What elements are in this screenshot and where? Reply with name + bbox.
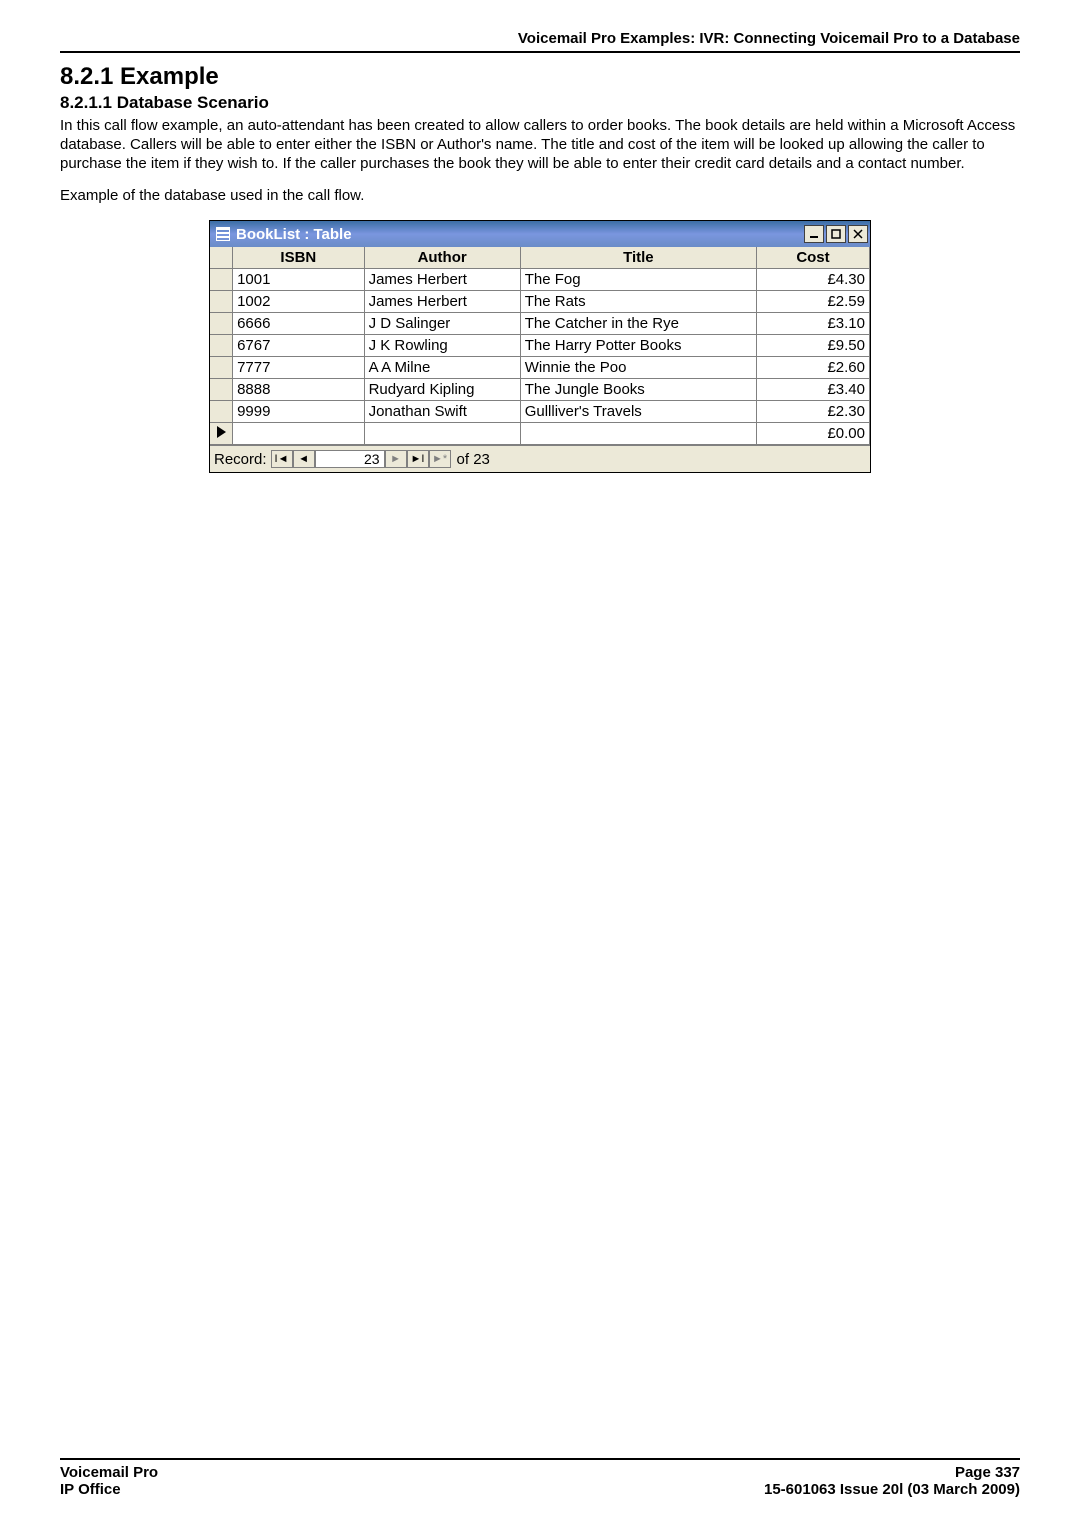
- table-row[interactable]: 1002James HerbertThe Rats£2.59: [210, 291, 870, 313]
- table-row[interactable]: 6666J D SalingerThe Catcher in the Rye£3…: [210, 313, 870, 335]
- footer-product: Voicemail Pro: [60, 1464, 158, 1481]
- cell-author[interactable]: Jonathan Swift: [364, 401, 520, 423]
- heading-example: 8.2.1 Example: [60, 63, 1020, 91]
- access-table-window: BookList : Table ISBN Author: [209, 220, 871, 473]
- row-selector[interactable]: [210, 379, 233, 401]
- cell-isbn[interactable]: 1002: [233, 291, 364, 313]
- row-selector[interactable]: [210, 313, 233, 335]
- cell-author[interactable]: J K Rowling: [364, 335, 520, 357]
- record-label: Record:: [214, 451, 271, 468]
- nav-record-input[interactable]: [315, 450, 385, 468]
- cell-author[interactable]: A A Milne: [364, 357, 520, 379]
- cell-cost[interactable]: £9.50: [756, 335, 869, 357]
- cell-title[interactable]: The Harry Potter Books: [520, 335, 756, 357]
- cell-author[interactable]: Rudyard Kipling: [364, 379, 520, 401]
- cell-cost[interactable]: £2.59: [756, 291, 869, 313]
- nav-next-button[interactable]: ►: [385, 450, 407, 468]
- cell-isbn[interactable]: 9999: [233, 401, 364, 423]
- header-breadcrumb: Voicemail Pro Examples: IVR: Connecting …: [60, 30, 1020, 53]
- cell-title[interactable]: The Fog: [520, 269, 756, 291]
- column-header-cost[interactable]: Cost: [756, 247, 869, 269]
- window-title: BookList : Table: [236, 226, 352, 243]
- cell-author[interactable]: James Herbert: [364, 291, 520, 313]
- table-row[interactable]: 1001James HerbertThe Fog£4.30: [210, 269, 870, 291]
- table-row-current[interactable]: £0.00: [210, 423, 870, 445]
- cell-cost[interactable]: £2.30: [756, 401, 869, 423]
- cell-title[interactable]: Gullliver's Travels: [520, 401, 756, 423]
- cell-author[interactable]: J D Salinger: [364, 313, 520, 335]
- window-titlebar[interactable]: BookList : Table: [210, 221, 870, 247]
- cell-title[interactable]: The Catcher in the Rye: [520, 313, 756, 335]
- column-header-isbn[interactable]: ISBN: [233, 247, 364, 269]
- cell-title[interactable]: The Jungle Books: [520, 379, 756, 401]
- cell-author[interactable]: [364, 423, 520, 445]
- table-row[interactable]: 9999Jonathan SwiftGullliver's Travels£2.…: [210, 401, 870, 423]
- cell-cost[interactable]: £3.40: [756, 379, 869, 401]
- datasheet-icon: [216, 227, 230, 241]
- cell-title[interactable]: Winnie the Poo: [520, 357, 756, 379]
- column-header-author[interactable]: Author: [364, 247, 520, 269]
- table-row[interactable]: 7777A A MilneWinnie the Poo£2.60: [210, 357, 870, 379]
- paragraph-caption: Example of the database used in the call…: [60, 187, 1020, 204]
- nav-first-button[interactable]: I◄: [271, 450, 293, 468]
- select-all-corner[interactable]: [210, 247, 233, 269]
- nav-last-button[interactable]: ►I: [407, 450, 429, 468]
- record-navigator: Record: I◄ ◄ ► ►I ►* of 23: [210, 445, 870, 472]
- row-selector[interactable]: [210, 291, 233, 313]
- nav-prev-button[interactable]: ◄: [293, 450, 315, 468]
- paragraph-intro: In this call flow example, an auto-atten…: [60, 117, 1020, 173]
- nav-new-button[interactable]: ►*: [429, 450, 451, 468]
- cell-isbn[interactable]: 7777: [233, 357, 364, 379]
- row-selector[interactable]: [210, 401, 233, 423]
- page-footer: Voicemail Pro Page 337 IP Office 15-6010…: [60, 1458, 1020, 1498]
- cell-cost[interactable]: £0.00: [756, 423, 869, 445]
- close-button[interactable]: [848, 225, 868, 243]
- heading-database-scenario: 8.2.1.1 Database Scenario: [60, 93, 1020, 113]
- nav-of-label: of 23: [451, 451, 496, 468]
- maximize-icon: [831, 229, 841, 239]
- cell-cost[interactable]: £2.60: [756, 357, 869, 379]
- cell-title[interactable]: [520, 423, 756, 445]
- current-row-marker[interactable]: [210, 423, 233, 445]
- cell-isbn[interactable]: 1001: [233, 269, 364, 291]
- column-header-title[interactable]: Title: [520, 247, 756, 269]
- minimize-button[interactable]: [804, 225, 824, 243]
- table-row[interactable]: 6767J K RowlingThe Harry Potter Books£9.…: [210, 335, 870, 357]
- footer-issue: 15-601063 Issue 20l (03 March 2009): [764, 1481, 1020, 1498]
- cell-cost[interactable]: £3.10: [756, 313, 869, 335]
- row-selector[interactable]: [210, 335, 233, 357]
- footer-platform: IP Office: [60, 1481, 121, 1498]
- footer-page: Page 337: [955, 1464, 1020, 1481]
- maximize-button[interactable]: [826, 225, 846, 243]
- current-row-icon: [217, 426, 226, 438]
- booklist-table[interactable]: ISBN Author Title Cost 1001James Herbert…: [210, 247, 870, 445]
- row-selector[interactable]: [210, 357, 233, 379]
- cell-isbn[interactable]: [233, 423, 364, 445]
- table-row[interactable]: 8888Rudyard KiplingThe Jungle Books£3.40: [210, 379, 870, 401]
- cell-author[interactable]: James Herbert: [364, 269, 520, 291]
- minimize-icon: [809, 229, 819, 239]
- cell-isbn[interactable]: 6666: [233, 313, 364, 335]
- close-icon: [853, 229, 863, 239]
- row-selector[interactable]: [210, 269, 233, 291]
- cell-cost[interactable]: £4.30: [756, 269, 869, 291]
- cell-isbn[interactable]: 8888: [233, 379, 364, 401]
- cell-title[interactable]: The Rats: [520, 291, 756, 313]
- cell-isbn[interactable]: 6767: [233, 335, 364, 357]
